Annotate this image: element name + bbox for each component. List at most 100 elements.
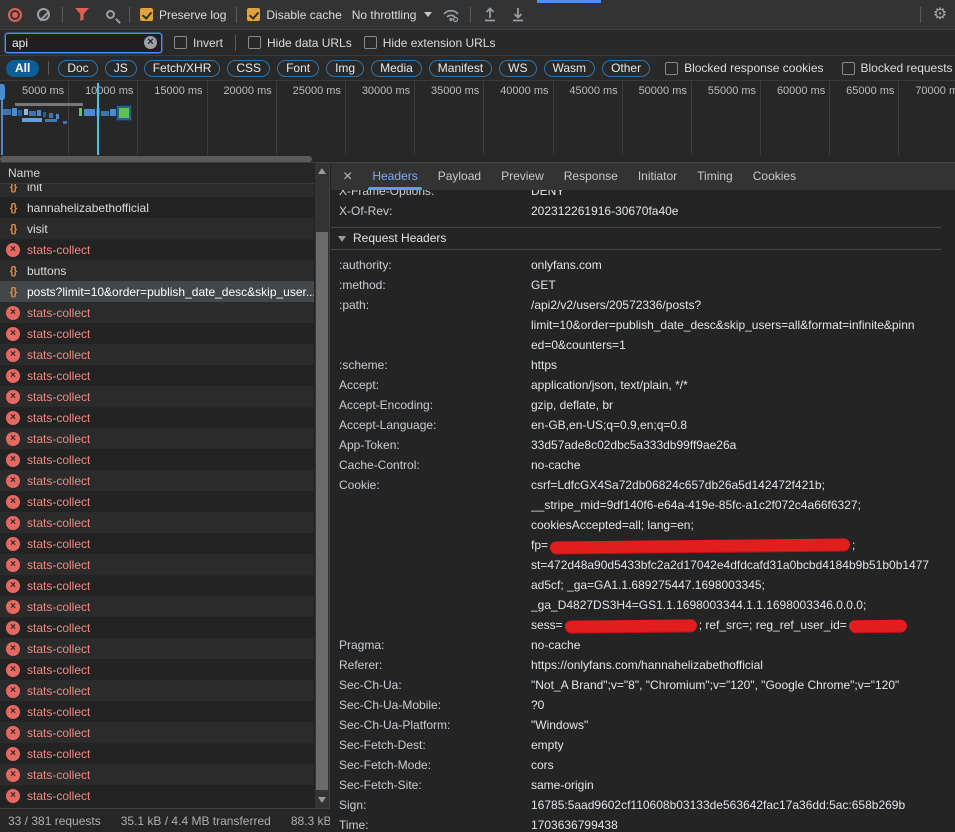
request-row[interactable]: ×stats-collect: [0, 785, 314, 806]
request-row[interactable]: ×stats-collect: [0, 659, 314, 680]
hide-data-urls-checkbox[interactable]: Hide data URLs: [248, 36, 352, 50]
timeline-playhead[interactable]: [97, 83, 99, 155]
scrollbar-thumb[interactable]: [0, 156, 312, 162]
header-value: https: [531, 355, 941, 375]
hide-data-urls-label: Hide data URLs: [267, 36, 352, 50]
blocked-response-cookies-checkbox[interactable]: Blocked response cookies: [665, 61, 823, 75]
throttling-dropdown[interactable]: No throttling: [352, 8, 433, 22]
request-row[interactable]: ×stats-collect: [0, 575, 314, 596]
request-row[interactable]: ×stats-collect: [0, 344, 314, 365]
tab-timing[interactable]: Timing: [687, 163, 743, 190]
header-name: :authority:: [339, 255, 531, 275]
name-column-header[interactable]: Name: [0, 163, 314, 184]
filter-pill-ws[interactable]: WS: [499, 60, 536, 77]
preserve-log-checkbox[interactable]: Preserve log: [140, 8, 226, 22]
request-row[interactable]: ×stats-collect: [0, 554, 314, 575]
filter-pill-js[interactable]: JS: [105, 60, 137, 77]
request-row[interactable]: {}visit: [0, 218, 314, 239]
record-button[interactable]: [6, 6, 24, 24]
waterfall-bar: [101, 111, 109, 116]
request-row[interactable]: ×stats-collect: [0, 701, 314, 722]
header-row: Sec-Ch-Ua-Platform:"Windows": [331, 715, 941, 735]
request-row[interactable]: ×stats-collect: [0, 596, 314, 617]
request-name: stats-collect: [27, 789, 90, 803]
request-row[interactable]: ×stats-collect: [0, 743, 314, 764]
request-list-scrollbar[interactable]: [315, 163, 329, 808]
filter-pill-css[interactable]: CSS: [227, 60, 270, 77]
tab-cookies[interactable]: Cookies: [743, 163, 806, 190]
request-row[interactable]: ×stats-collect: [0, 386, 314, 407]
request-row[interactable]: ×stats-collect: [0, 533, 314, 554]
filter-pill-media[interactable]: Media: [371, 60, 422, 77]
request-row[interactable]: ×stats-collect: [0, 449, 314, 470]
blocked-requests-checkbox[interactable]: Blocked requests: [842, 61, 953, 75]
tab-initiator[interactable]: Initiator: [628, 163, 687, 190]
timeline-overview[interactable]: 5000 ms10000 ms15000 ms20000 ms25000 ms3…: [0, 81, 955, 155]
request-name: stats-collect: [27, 453, 90, 467]
network-toolbar: Preserve log Disable cache No throttling: [0, 0, 955, 30]
close-icon[interactable]: ×: [337, 168, 358, 186]
filter-pill-doc[interactable]: Doc: [58, 60, 97, 77]
filter-pill-img[interactable]: Img: [326, 60, 364, 77]
export-har-button[interactable]: [509, 6, 527, 24]
request-row[interactable]: ×stats-collect: [0, 722, 314, 743]
request-name: stats-collect: [27, 621, 90, 635]
clear-filter-icon[interactable]: ×: [144, 36, 157, 49]
filter-pill-manifest[interactable]: Manifest: [429, 60, 492, 77]
request-name: stats-collect: [27, 600, 90, 614]
request-row[interactable]: ×stats-collect: [0, 512, 314, 533]
tab-headers[interactable]: Headers: [362, 163, 427, 190]
request-row[interactable]: ×stats-collect: [0, 239, 314, 260]
request-row[interactable]: ×stats-collect: [0, 428, 314, 449]
filter-pill-all[interactable]: All: [6, 60, 39, 77]
request-row[interactable]: {}buttons: [0, 260, 314, 281]
request-row[interactable]: {}hannahelizabethofficial: [0, 197, 314, 218]
request-row[interactable]: ×stats-collect: [0, 407, 314, 428]
failed-request-icon: ×: [6, 684, 20, 698]
request-row[interactable]: {}posts?limit=10&order=publish_date_desc…: [0, 281, 314, 302]
tab-preview[interactable]: Preview: [491, 163, 554, 190]
header-value: application/json, text/plain, */*: [531, 375, 941, 395]
header-value: "Not_A Brand";v="8", "Chromium";v="120",…: [531, 675, 941, 695]
timeline-horizontal-scrollbar[interactable]: [0, 155, 955, 163]
request-name: stats-collect: [27, 579, 90, 593]
request-row[interactable]: ×stats-collect: [0, 323, 314, 344]
request-headers-section-header[interactable]: Request Headers: [331, 227, 941, 250]
timeline-tick-label: 15000 ms: [138, 81, 207, 155]
filter-pill-other[interactable]: Other: [602, 60, 650, 77]
filter-pill-font[interactable]: Font: [277, 60, 319, 77]
header-name: App-Token:: [339, 435, 531, 455]
clear-button[interactable]: [34, 6, 52, 24]
tab-payload[interactable]: Payload: [428, 163, 491, 190]
scroll-down-icon[interactable]: [318, 797, 326, 803]
settings-button[interactable]: ⚙: [931, 6, 949, 24]
scroll-up-icon[interactable]: [318, 168, 326, 174]
hide-extension-urls-checkbox[interactable]: Hide extension URLs: [364, 36, 496, 50]
request-row[interactable]: ×stats-collect: [0, 365, 314, 386]
header-name: X-Of-Rev:: [339, 201, 531, 221]
search-button[interactable]: [101, 6, 119, 24]
filter-text-input[interactable]: api ×: [5, 33, 162, 53]
request-row[interactable]: ×stats-collect: [0, 764, 314, 785]
request-row[interactable]: ×stats-collect: [0, 680, 314, 701]
request-row[interactable]: ×stats-collect: [0, 491, 314, 512]
disable-cache-checkbox[interactable]: Disable cache: [247, 8, 341, 22]
tab-response[interactable]: Response: [554, 163, 628, 190]
request-row[interactable]: ×stats-collect: [0, 470, 314, 491]
import-har-button[interactable]: [481, 6, 499, 24]
filter-pill-wasm[interactable]: Wasm: [544, 60, 596, 77]
request-row[interactable]: {}init: [0, 184, 314, 197]
filter-toggle-button[interactable]: [73, 6, 91, 24]
network-conditions-button[interactable]: [442, 6, 460, 24]
header-name: Time:: [339, 815, 531, 832]
request-row[interactable]: ×stats-collect: [0, 302, 314, 323]
filter-pill-fetch-xhr[interactable]: Fetch/XHR: [144, 60, 221, 77]
waterfall-bar: [45, 119, 57, 122]
request-row[interactable]: ×stats-collect: [0, 638, 314, 659]
scrollbar-thumb[interactable]: [316, 232, 328, 790]
header-name: X-Frame-Options:: [339, 190, 531, 201]
header-value-text: same-origin: [531, 778, 594, 792]
timeline-tick-label: 35000 ms: [415, 81, 484, 155]
request-row[interactable]: ×stats-collect: [0, 617, 314, 638]
invert-checkbox[interactable]: Invert: [174, 36, 223, 50]
